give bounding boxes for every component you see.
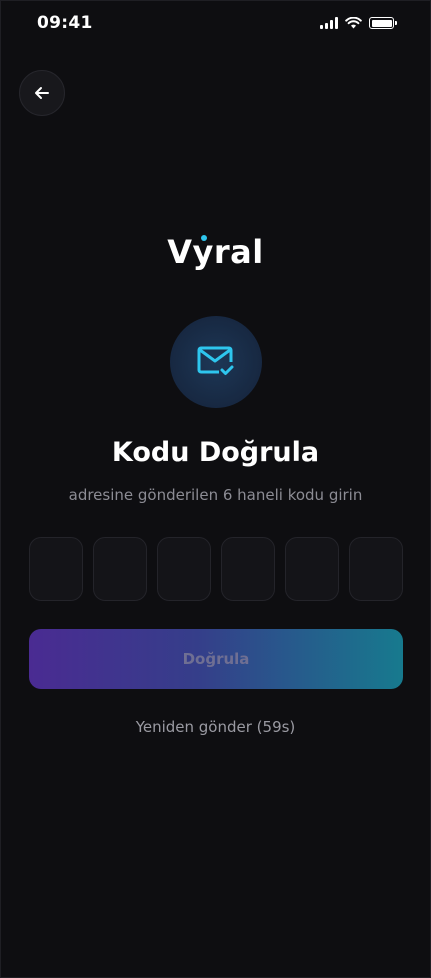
- otp-input-row: [29, 537, 403, 601]
- otp-digit-6[interactable]: [349, 537, 403, 601]
- mail-icon-badge: [170, 316, 262, 408]
- back-arrow-icon: [35, 87, 49, 99]
- page-subtitle: adresine gönderilen 6 haneli kodu girin: [68, 486, 363, 504]
- otp-digit-3[interactable]: [157, 537, 211, 601]
- otp-digit-1[interactable]: [29, 537, 83, 601]
- status-icons: [320, 17, 397, 29]
- signal-icon: [320, 17, 338, 29]
- verify-button[interactable]: Doğrula: [29, 629, 403, 689]
- back-button[interactable]: [19, 70, 65, 116]
- status-time: 09:41: [37, 13, 93, 33]
- wifi-icon: [345, 17, 362, 29]
- resend-code-link[interactable]: Yeniden gönder (59s): [1, 718, 430, 736]
- page-title: Kodu Doğrula: [111, 437, 320, 468]
- otp-digit-5[interactable]: [285, 537, 339, 601]
- app-logo: Vyral: [1, 233, 430, 271]
- mail-check-icon: [197, 346, 234, 375]
- otp-digit-2[interactable]: [93, 537, 147, 601]
- verify-code-screen: 09:41 Vyral Kodu Doğrula adresine gönder…: [0, 0, 431, 978]
- status-bar: 09:41: [1, 1, 430, 45]
- logo-text: Vyral: [167, 233, 264, 271]
- otp-digit-4[interactable]: [221, 537, 275, 601]
- battery-icon: [369, 17, 397, 29]
